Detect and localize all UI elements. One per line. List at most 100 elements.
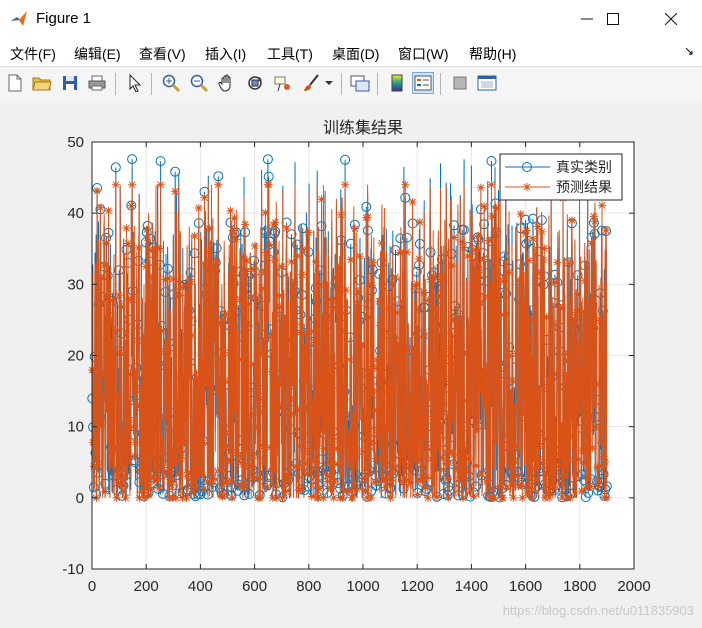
data-point-predicted xyxy=(128,295,137,304)
data-point-predicted xyxy=(277,262,286,271)
data-point-predicted xyxy=(115,348,124,357)
menu-file[interactable]: 文件(F) xyxy=(10,44,56,64)
x-tick-label: 600 xyxy=(242,578,267,595)
data-point-predicted xyxy=(260,268,269,277)
data-point-predicted xyxy=(566,493,575,502)
data-point-predicted xyxy=(170,427,179,436)
data-point-predicted xyxy=(272,481,281,490)
data-point-predicted xyxy=(598,325,607,334)
data-point-predicted xyxy=(483,387,492,396)
data-point-predicted xyxy=(502,309,511,318)
data-point-predicted xyxy=(365,468,374,477)
pan-hand-icon[interactable] xyxy=(216,72,238,94)
zoom-out-icon[interactable] xyxy=(188,72,210,94)
hide-plot-tools-icon[interactable] xyxy=(449,72,471,94)
data-point-predicted xyxy=(150,245,159,254)
close-button[interactable] xyxy=(648,0,694,38)
menu-help[interactable]: 帮助(H) xyxy=(469,44,516,64)
legend-label-predicted: 预测结果 xyxy=(556,180,612,196)
chart-title: 训练集结果 xyxy=(323,118,403,137)
data-point-predicted xyxy=(387,476,396,485)
data-point-predicted xyxy=(218,492,227,501)
data-point-predicted xyxy=(476,299,485,308)
rotate-3d-icon[interactable] xyxy=(244,72,266,94)
data-point-predicted xyxy=(319,444,328,453)
data-point-predicted xyxy=(531,474,540,483)
brush-icon[interactable] xyxy=(300,72,322,94)
select-arrow-icon[interactable] xyxy=(124,72,146,94)
data-point-predicted xyxy=(237,452,246,461)
data-point-predicted xyxy=(334,263,343,272)
data-point-predicted xyxy=(458,493,467,502)
close-icon xyxy=(665,13,677,25)
data-point-predicted xyxy=(583,360,592,369)
data-point-predicted xyxy=(194,204,203,213)
data-point-predicted xyxy=(516,210,525,219)
brush-dropdown-icon[interactable] xyxy=(322,72,336,94)
data-point-predicted xyxy=(259,457,268,466)
data-point-predicted xyxy=(449,450,458,459)
data-point-predicted xyxy=(263,483,272,492)
data-point-predicted xyxy=(443,474,452,483)
data-point-predicted xyxy=(265,240,274,249)
plot-svg: 0 200 400 600 800 1000 1200 1400 1600 1800 2000-10… xyxy=(62,118,650,595)
menu-tools[interactable]: 工具(T) xyxy=(267,44,313,64)
data-point-predicted xyxy=(364,313,373,322)
y-tick-label: -10 xyxy=(62,561,84,578)
data-point-predicted xyxy=(328,438,337,447)
menu-desktop[interactable]: 桌面(D) xyxy=(332,44,379,64)
show-plot-tools-icon[interactable] xyxy=(476,72,498,94)
data-point-predicted xyxy=(275,291,284,300)
data-point-predicted xyxy=(158,449,167,458)
menu-window[interactable]: 窗口(W) xyxy=(398,44,449,64)
data-point-predicted xyxy=(458,237,467,246)
data-point-predicted xyxy=(602,226,611,235)
x-tick-label: 800 xyxy=(296,578,321,595)
data-point-predicted xyxy=(512,349,521,358)
menu-bar: 文件(F) 编辑(E) 查看(V) 插入(I) 工具(T) 桌面(D) 窗口(W… xyxy=(0,38,702,66)
y-tick-label: 40 xyxy=(67,205,84,222)
data-point-predicted xyxy=(254,395,263,404)
data-point-predicted xyxy=(505,351,514,360)
colorbar-icon[interactable] xyxy=(386,72,408,94)
data-point-predicted xyxy=(548,371,557,380)
data-point-predicted xyxy=(243,320,252,329)
dock-arrow-icon[interactable]: ↘ xyxy=(684,44,694,58)
data-point-predicted xyxy=(93,460,102,469)
save-icon[interactable] xyxy=(59,72,81,94)
data-cursor-icon[interactable] xyxy=(272,72,294,94)
data-point-predicted xyxy=(302,373,311,382)
data-point-predicted xyxy=(280,314,289,323)
data-point-predicted xyxy=(454,465,463,474)
print-icon[interactable] xyxy=(86,72,108,94)
data-point-predicted xyxy=(475,265,484,274)
data-point-predicted xyxy=(404,379,413,388)
link-plot-icon[interactable] xyxy=(349,72,371,94)
data-point-predicted xyxy=(567,432,576,441)
data-point-predicted xyxy=(228,493,237,502)
data-point-predicted xyxy=(383,387,392,396)
data-point-predicted xyxy=(389,453,398,462)
zoom-in-icon[interactable] xyxy=(160,72,182,94)
menu-edit[interactable]: 编辑(E) xyxy=(74,44,121,64)
open-file-icon[interactable] xyxy=(31,72,53,94)
legend-icon[interactable] xyxy=(412,72,434,94)
maximize-button[interactable] xyxy=(590,0,636,38)
y-tick-label: 0 xyxy=(76,490,84,507)
data-point-predicted xyxy=(519,330,528,339)
data-point-predicted xyxy=(367,493,376,502)
data-point-predicted xyxy=(447,261,456,270)
data-point-predicted xyxy=(596,316,605,325)
data-point-predicted xyxy=(419,288,428,297)
data-point-predicted xyxy=(495,482,504,491)
data-point-predicted xyxy=(332,304,341,313)
data-point-predicted xyxy=(524,256,533,265)
new-figure-icon[interactable] xyxy=(4,72,26,94)
data-point-predicted xyxy=(273,402,282,411)
data-point-predicted xyxy=(431,314,440,323)
data-point-predicted xyxy=(154,475,163,484)
figure-canvas[interactable]: 0 200 400 600 800 1000 1200 1400 1600 1800 2000 -10… xyxy=(0,101,702,628)
menu-insert[interactable]: 插入(I) xyxy=(205,44,246,64)
menu-view[interactable]: 查看(V) xyxy=(139,44,186,64)
data-point-predicted xyxy=(529,316,538,325)
